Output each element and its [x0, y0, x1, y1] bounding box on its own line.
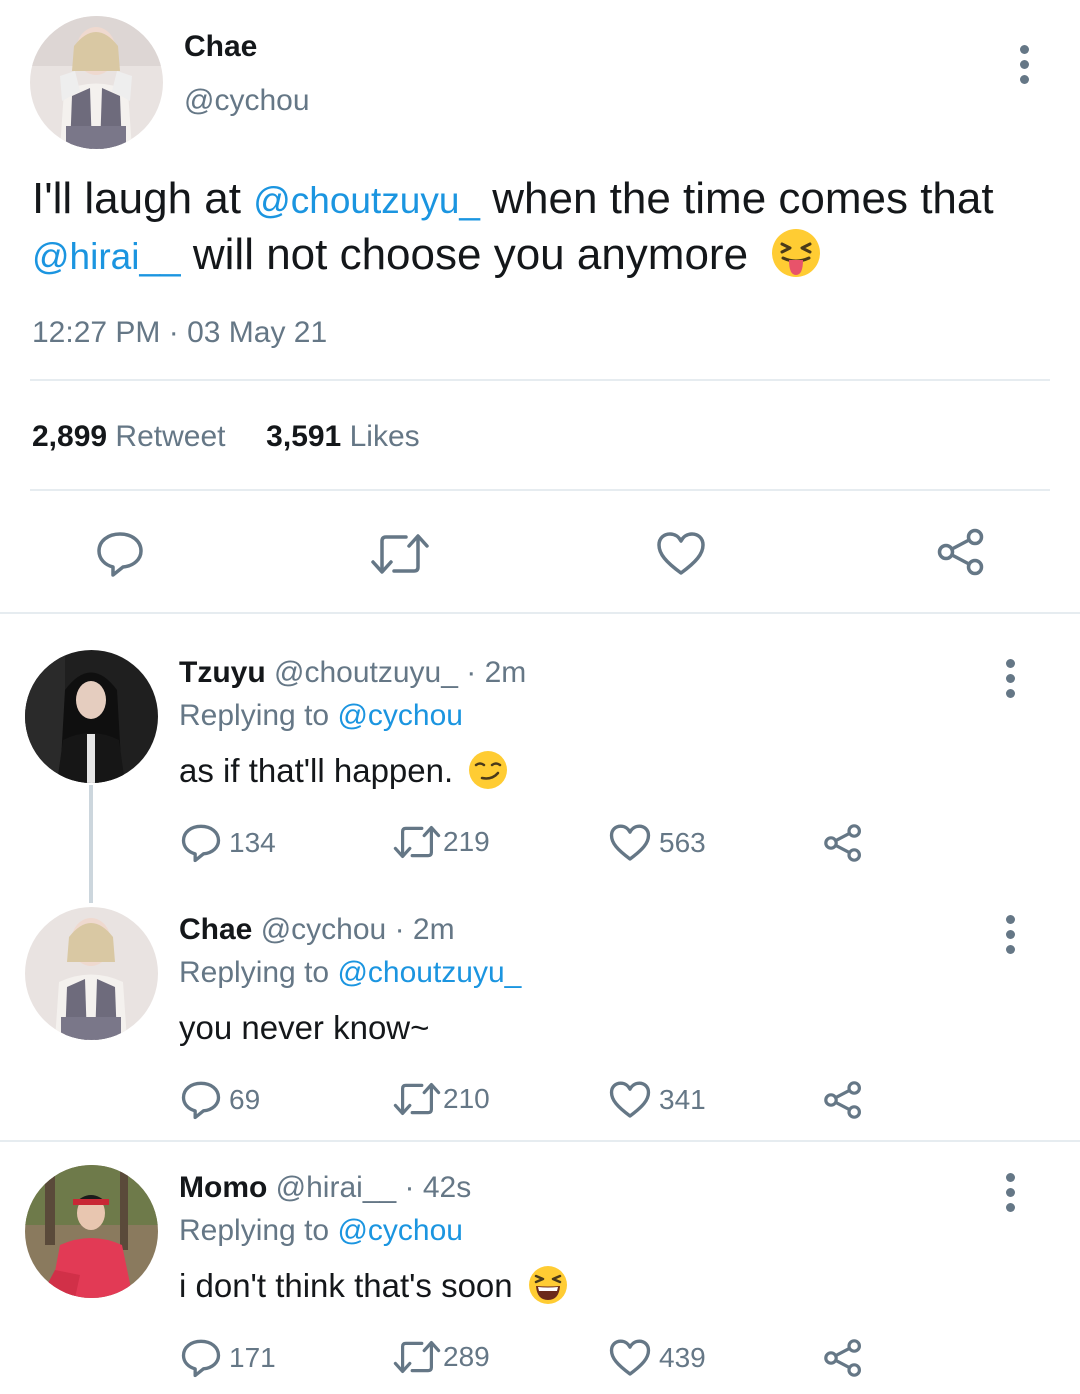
reply-text: you never know~ [179, 1009, 429, 1047]
like-count: 563 [659, 827, 706, 858]
like-action[interactable]: 341 [609, 1080, 706, 1120]
main-stats: 2,899 Retweet 3,591 Likes [32, 420, 420, 454]
retweet-action[interactable]: 210 [393, 1080, 490, 1118]
reply-icon[interactable] [181, 1338, 221, 1378]
reply-display-name[interactable]: Momo [179, 1171, 267, 1204]
reply-text-content: as if that'll happen. [179, 752, 454, 789]
like-icon[interactable] [609, 1338, 651, 1378]
like-count: 439 [659, 1342, 706, 1373]
reply-time[interactable]: · 42s [405, 1171, 472, 1204]
tweet-text-part: will not choose you anymore [180, 230, 749, 279]
reply-icon[interactable] [96, 530, 144, 578]
replying-to-line: Replying to @cychou [179, 699, 463, 733]
replying-to-line: Replying to @cychou [179, 1214, 463, 1248]
reply-header: Chae @cychou · 2m [179, 913, 455, 947]
reply-header: Momo @hirai__ · 42s [179, 1171, 471, 1205]
main-timestamp[interactable]: 12:27 PM · 03 May 21 [32, 316, 327, 350]
tweet-text-part: when the time comes that [480, 174, 994, 223]
avatar-chae[interactable] [25, 907, 158, 1040]
main-tweet-text: I'll laugh at @choutzuyu_ when the time … [32, 172, 1052, 284]
main-display-name[interactable]: Chae [184, 30, 257, 64]
share-icon[interactable] [823, 1080, 863, 1120]
reply-handle[interactable]: @hirai__ [276, 1171, 397, 1204]
retweet-count: 219 [443, 826, 490, 857]
like-icon[interactable] [609, 1080, 651, 1120]
like-action[interactable]: 563 [609, 823, 706, 863]
reply-handle[interactable]: @cychou [261, 913, 387, 946]
reply-text-content: you never know~ [179, 1009, 430, 1046]
mention-link[interactable]: @hirai__ [32, 236, 181, 277]
divider [30, 489, 1050, 491]
avatar-momo[interactable] [25, 1165, 158, 1298]
retweet-icon[interactable] [393, 1338, 441, 1376]
smirking-face-icon [469, 751, 508, 790]
retweet-icon[interactable] [370, 531, 430, 577]
reply-handle[interactable]: @choutzuyu_ [274, 656, 458, 689]
retweet-count: 210 [443, 1083, 490, 1114]
retweet-action[interactable]: 219 [393, 823, 490, 861]
like-icon[interactable] [609, 823, 651, 863]
tweet-text-part: I'll laugh at [32, 174, 254, 223]
likes-count[interactable]: 3,591 [266, 420, 341, 453]
reply-icon[interactable] [181, 823, 221, 863]
main-handle[interactable]: @cychou [184, 84, 310, 118]
reply-action[interactable]: 171 [181, 1338, 276, 1378]
divider [30, 379, 1050, 381]
retweet-icon[interactable] [393, 1080, 441, 1118]
replying-to-mention[interactable]: @cychou [337, 1214, 463, 1247]
reply-display-name[interactable]: Tzuyu [179, 656, 266, 689]
reply-header: Tzuyu @choutzuyu_ · 2m [179, 656, 526, 690]
thread-line [89, 785, 93, 903]
reply-action[interactable]: 134 [181, 823, 276, 863]
avatar-chae-main[interactable] [30, 16, 163, 149]
retweet-icon[interactable] [393, 823, 441, 861]
reply-icon[interactable] [181, 1080, 221, 1120]
retweet-count[interactable]: 2,899 [32, 420, 107, 453]
replying-to-label: Replying to [179, 699, 330, 732]
likes-label[interactable]: Likes [350, 420, 420, 453]
share-icon[interactable] [936, 527, 986, 577]
more-options-icon[interactable] [1006, 915, 1015, 954]
more-options-icon[interactable] [1020, 45, 1029, 84]
share-icon[interactable] [823, 823, 863, 863]
reply-action[interactable]: 69 [181, 1080, 260, 1120]
share-icon[interactable] [823, 1338, 863, 1378]
retweet-label[interactable]: Retweet [115, 420, 225, 453]
more-options-icon[interactable] [1006, 1173, 1015, 1212]
mention-link[interactable]: @choutzuyu_ [253, 180, 480, 221]
reply-text: as if that'll happen. [179, 751, 508, 790]
reply-display-name[interactable]: Chae [179, 913, 252, 946]
reply-text-content: i don't think that's soon [179, 1267, 513, 1304]
reply-time[interactable]: · 2m [395, 913, 455, 946]
grinning-squinting-face-icon [528, 1266, 567, 1305]
reply-time[interactable]: · 2m [466, 656, 526, 689]
like-icon[interactable] [656, 531, 706, 577]
retweet-count: 289 [443, 1341, 490, 1372]
divider [0, 1140, 1080, 1142]
like-count: 341 [659, 1084, 706, 1115]
replying-to-mention[interactable]: @cychou [337, 699, 463, 732]
more-options-icon[interactable] [1006, 659, 1015, 698]
retweet-action[interactable]: 289 [393, 1338, 490, 1376]
reply-count: 171 [229, 1342, 276, 1373]
reply-count: 69 [229, 1084, 261, 1115]
like-action[interactable]: 439 [609, 1338, 706, 1378]
squinting-face-with-tongue-icon [772, 229, 821, 278]
divider [0, 612, 1080, 614]
avatar-tzuyu[interactable] [25, 650, 158, 783]
reply-count: 134 [229, 827, 276, 858]
reply-text: i don't think that's soon [179, 1266, 568, 1305]
replying-to-line: Replying to @choutzuyu_ [179, 956, 521, 990]
replying-to-mention[interactable]: @choutzuyu_ [337, 956, 521, 989]
replying-to-label: Replying to [179, 1214, 330, 1247]
replying-to-label: Replying to [179, 956, 330, 989]
